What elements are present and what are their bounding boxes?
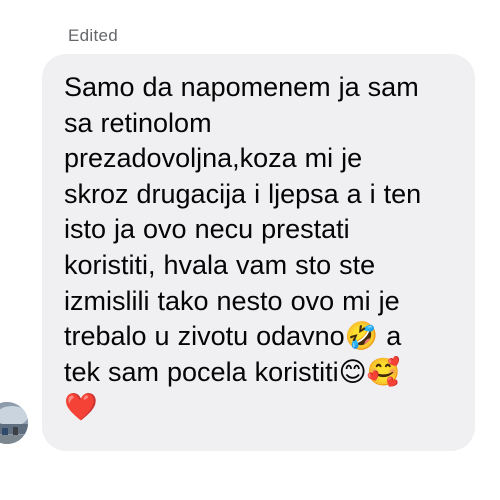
comment-thread: Edited Samo da napomenem ja sam sa retin… [0, 0, 500, 500]
edited-label[interactable]: Edited [68, 26, 118, 46]
profile-photo-icon [0, 402, 28, 444]
comment-text: Samo da napomenem ja sam sa retinolom pr… [64, 72, 422, 423]
commenter-avatar[interactable] [0, 402, 28, 444]
comment-bubble[interactable]: Samo da napomenem ja sam sa retinolom pr… [42, 54, 475, 451]
